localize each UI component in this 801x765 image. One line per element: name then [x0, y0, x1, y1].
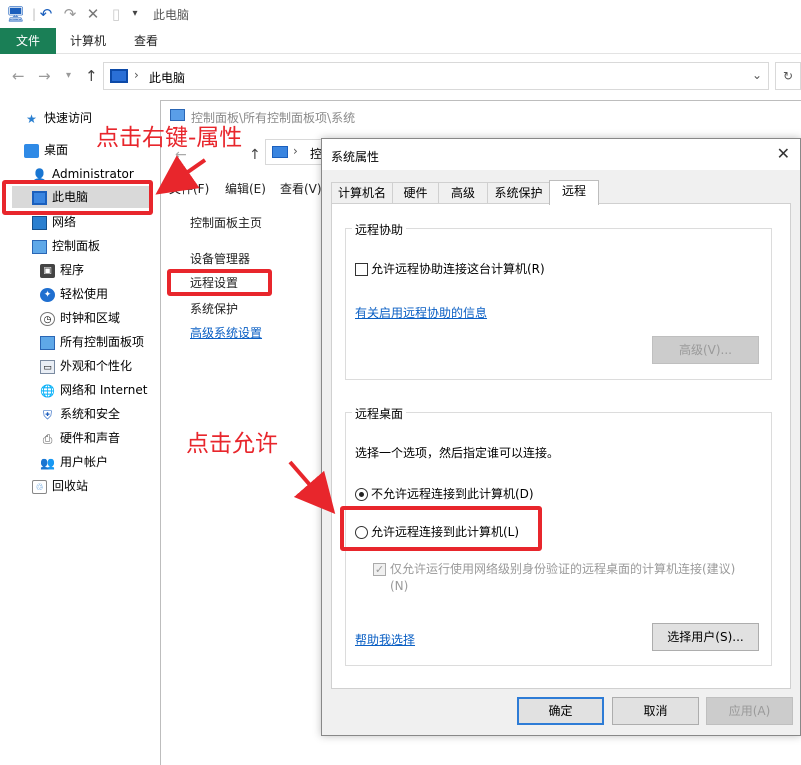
annotation-arrows [155, 155, 336, 515]
tab-remote[interactable]: 远程 [549, 180, 599, 205]
arrow-to-allow-option [288, 460, 336, 515]
arrow-to-this-pc [155, 155, 207, 195]
